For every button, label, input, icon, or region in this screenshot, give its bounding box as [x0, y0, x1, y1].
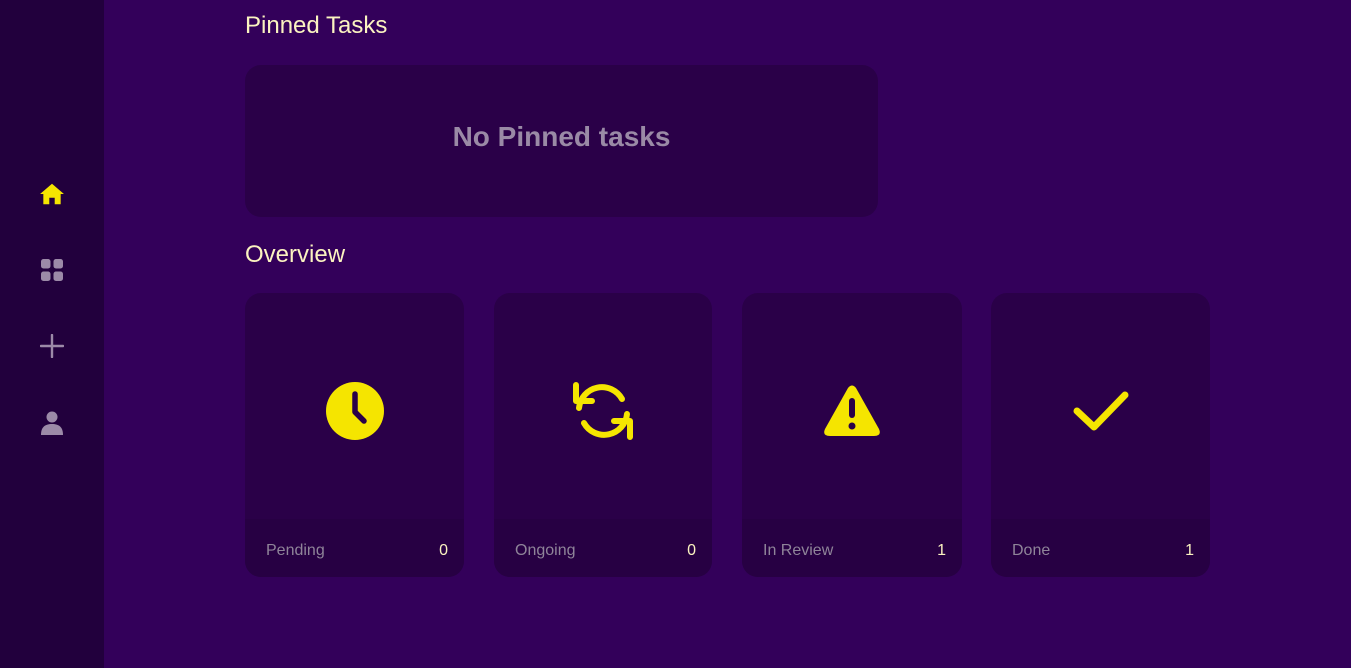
clock-icon	[325, 382, 384, 440]
card-label: In Review	[763, 542, 834, 559]
main-content: Pinned Tasks No Pinned tasks Overview Pe…	[104, 0, 1351, 668]
pinned-empty-message: No Pinned tasks	[452, 121, 671, 152]
home-icon	[40, 183, 64, 205]
card-label: Pending	[266, 542, 325, 559]
sidebar	[0, 0, 104, 668]
user-icon	[41, 411, 63, 435]
overview-card-pending[interactable]: Pending 0	[245, 293, 464, 577]
card-count: 1	[1185, 542, 1194, 559]
grid-icon	[41, 259, 63, 281]
plus-icon	[40, 334, 64, 358]
warning-icon	[824, 385, 880, 436]
sidebar-item-home[interactable]	[36, 178, 68, 210]
card-count: 0	[439, 542, 448, 559]
sidebar-item-profile[interactable]	[36, 407, 68, 439]
card-label: Done	[1012, 542, 1051, 559]
card-count: 0	[687, 542, 696, 559]
pinned-tasks-panel: No Pinned tasks	[245, 65, 878, 217]
card-label: Ongoing	[515, 542, 576, 559]
refresh-icon	[573, 382, 633, 440]
overview-card-ongoing[interactable]: Ongoing 0	[494, 293, 712, 577]
sidebar-item-add-task[interactable]	[36, 330, 68, 362]
pinned-tasks-title: Pinned Tasks	[245, 12, 388, 39]
overview-card-done[interactable]: Done 1	[991, 293, 1210, 577]
overview-title: Overview	[245, 241, 346, 268]
card-count: 1	[937, 542, 946, 559]
check-icon	[1073, 391, 1128, 431]
overview-card-in-review[interactable]: In Review 1	[742, 293, 962, 577]
sidebar-item-dashboard[interactable]	[36, 254, 68, 286]
